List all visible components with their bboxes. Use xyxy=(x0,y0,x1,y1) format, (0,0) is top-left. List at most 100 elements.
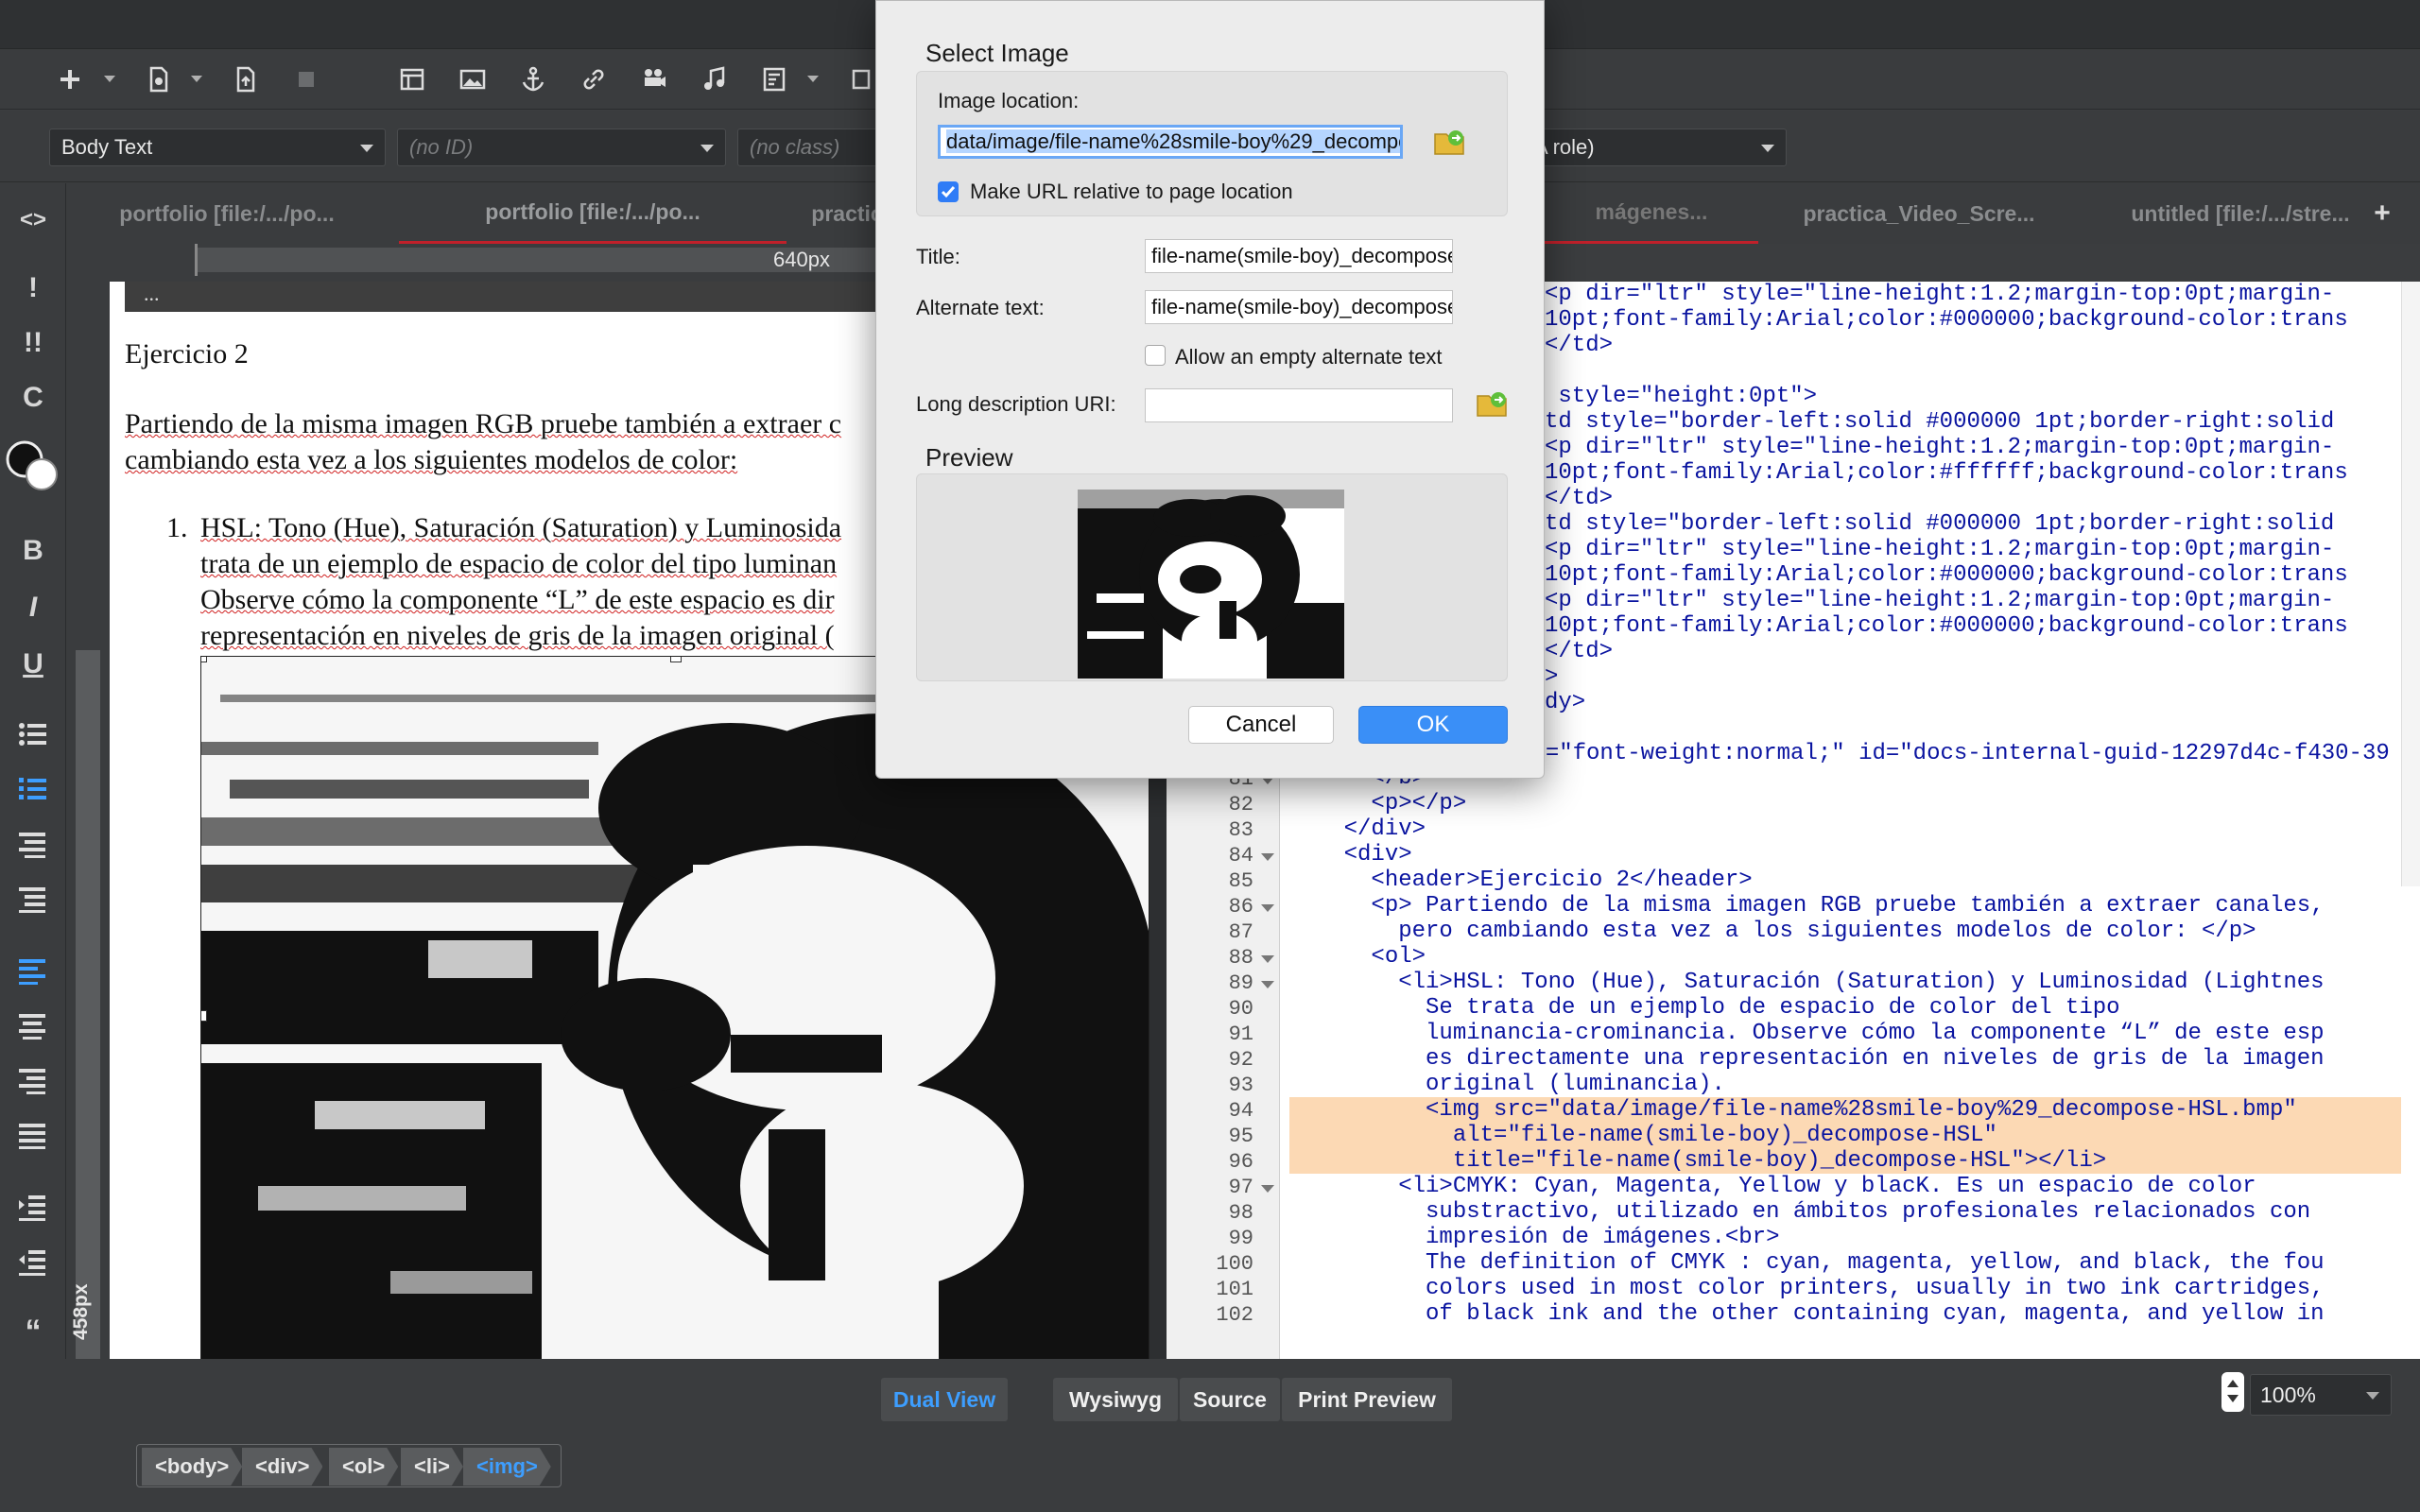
code-line: 10pt;font-family:Arial;color:#ffffff;bac… xyxy=(1545,460,2348,486)
code-line: title="file-name(smile-boy)_decompose-HS… xyxy=(1289,1148,2401,1174)
plus-icon[interactable] xyxy=(49,59,91,100)
source-scrollbar[interactable] xyxy=(2401,282,2420,886)
new-doc-icon[interactable] xyxy=(138,59,180,100)
table-icon[interactable] xyxy=(391,59,433,100)
image-location-input[interactable]: data/image/file-name%28smile-boy%29_deco… xyxy=(938,125,1403,159)
tab-portfolio-2[interactable]: portfolio [file:/.../po... xyxy=(399,183,786,244)
indent-icon[interactable] xyxy=(11,1185,55,1228)
align-justify-icon[interactable] xyxy=(11,1113,55,1157)
dual-view-button[interactable]: Dual View xyxy=(881,1378,1008,1421)
add-tab-button[interactable]: + xyxy=(2354,183,2411,244)
cancel-button[interactable]: Cancel xyxy=(1188,706,1334,744)
relative-url-checkbox[interactable] xyxy=(938,181,959,202)
allow-empty-alt-checkbox[interactable] xyxy=(1145,345,1166,366)
bold-icon[interactable]: B xyxy=(11,529,55,573)
aria-role-select[interactable]: A role) xyxy=(1522,129,1787,166)
fold-toggle-icon[interactable] xyxy=(1261,1185,1274,1193)
align-right-icon[interactable] xyxy=(11,1058,55,1102)
breadcrumb-body[interactable]: <body> xyxy=(142,1448,242,1486)
chevron-down-icon[interactable] xyxy=(191,76,202,82)
wysiwyg-button[interactable]: Wysiwyg xyxy=(1053,1378,1178,1421)
audio-icon[interactable] xyxy=(694,59,735,100)
code-line: pero cambiando esta vez a los siguientes… xyxy=(1289,919,2256,944)
code-line: style="font-weight:normal;" id="docs-int… xyxy=(1450,741,2390,766)
underline-icon[interactable]: U xyxy=(11,643,55,686)
title-input[interactable]: file-name(smile-boy)_decompose xyxy=(1145,239,1453,273)
video-icon[interactable] xyxy=(633,59,675,100)
tab-portfolio-1[interactable]: portfolio [file:/.../po... xyxy=(66,183,388,244)
tab-untitled[interactable]: untitled [file:/.../stre... xyxy=(2080,183,2401,244)
fold-toggle-icon[interactable] xyxy=(1261,904,1274,912)
chevron-down-icon[interactable] xyxy=(104,76,115,82)
outdent-icon[interactable] xyxy=(11,1240,55,1283)
image-location-label: Image location: xyxy=(938,89,1080,112)
quote-icon[interactable]: “ xyxy=(11,1310,55,1353)
crumb-label: <li> xyxy=(414,1454,450,1478)
numbered-list-icon[interactable] xyxy=(11,767,55,811)
exclamation-icon[interactable]: ! xyxy=(11,266,55,310)
fold-toggle-icon[interactable] xyxy=(1261,955,1274,963)
anchor-icon[interactable] xyxy=(512,59,554,100)
tab-practica-video[interactable]: practica_Video_Scre... xyxy=(1758,183,2080,244)
resize-handle[interactable] xyxy=(201,1010,207,1022)
resize-handle[interactable] xyxy=(670,657,682,662)
zoom-stepper[interactable] xyxy=(2221,1372,2244,1412)
code-line: <div> xyxy=(1289,842,1412,868)
line-number: 83 xyxy=(1228,818,1253,842)
bullet-list-icon[interactable] xyxy=(11,713,55,756)
source-button[interactable]: Source xyxy=(1180,1378,1280,1421)
code-line: </div> xyxy=(1289,816,1426,842)
code-line: of black ink and the other containing cy… xyxy=(1289,1301,2325,1327)
button-label: Cancel xyxy=(1225,712,1297,737)
double-exclamation-icon[interactable]: !! xyxy=(11,321,55,365)
line-number: 87 xyxy=(1228,920,1253,944)
breadcrumb-img[interactable]: <img> xyxy=(463,1448,551,1486)
format-select[interactable]: Body Text xyxy=(49,129,386,166)
crumb-label: <body> xyxy=(155,1454,230,1478)
long-description-input[interactable] xyxy=(1145,388,1453,422)
section-heading: Ejercicio 2 xyxy=(125,338,249,369)
browse-folder-icon[interactable] xyxy=(1476,388,1510,419)
stop-icon[interactable] xyxy=(285,59,327,100)
tab-imagenes[interactable]: mágenes... xyxy=(1545,183,1758,244)
breadcrumb-li[interactable]: <li> xyxy=(401,1448,463,1486)
code-toggle-icon[interactable]: <> xyxy=(11,198,55,242)
breadcrumb: <body> <div> <ol> <li> <img> xyxy=(0,1440,2420,1512)
ok-button[interactable]: OK xyxy=(1358,706,1508,744)
browse-folder-icon[interactable] xyxy=(1433,127,1467,157)
fold-toggle-icon[interactable] xyxy=(1261,853,1274,861)
alt-text-input[interactable]: file-name(smile-boy)_decompose xyxy=(1145,290,1453,324)
code-line: alt="file-name(smile-boy)_decompose-HSL" xyxy=(1289,1123,2401,1148)
breadcrumb-ol[interactable]: <ol> xyxy=(329,1448,398,1486)
alt-text-value: file-name(smile-boy)_decompose xyxy=(1151,295,1453,318)
code-line: impresión de imágenes.<br> xyxy=(1289,1225,1780,1250)
preview-image xyxy=(1078,490,1344,679)
preview-group xyxy=(916,473,1508,681)
code-line: <header>Ejercicio 2</header> xyxy=(1289,868,1753,893)
cite-icon[interactable]: C xyxy=(11,376,55,420)
zoom-select[interactable]: 100% xyxy=(2250,1374,2392,1416)
resize-handle[interactable] xyxy=(201,657,207,662)
definition-list-icon[interactable] xyxy=(11,822,55,866)
align-center-icon[interactable] xyxy=(11,1004,55,1047)
chevron-down-icon[interactable] xyxy=(807,76,819,82)
form-icon[interactable] xyxy=(754,59,796,100)
image-icon[interactable] xyxy=(452,59,493,100)
line-number: 82 xyxy=(1228,793,1253,816)
fold-toggle-icon[interactable] xyxy=(1261,981,1274,988)
id-select[interactable]: (no ID) xyxy=(397,129,726,166)
list-indent-icon[interactable] xyxy=(11,877,55,920)
ruler-marker[interactable] xyxy=(195,244,198,276)
color-picker-icon[interactable] xyxy=(4,437,60,493)
line-number: 84 xyxy=(1228,844,1253,868)
chevron-down-icon xyxy=(700,145,714,152)
line-number: 89 xyxy=(1228,971,1253,995)
print-preview-button[interactable]: Print Preview xyxy=(1282,1378,1452,1421)
breadcrumb-div[interactable]: <div> xyxy=(242,1448,322,1486)
save-doc-icon[interactable] xyxy=(225,59,267,100)
link-icon[interactable] xyxy=(573,59,614,100)
crumb-label: <img> xyxy=(476,1454,538,1478)
italic-icon[interactable]: I xyxy=(11,586,55,629)
align-left-icon[interactable] xyxy=(11,949,55,992)
ruler-track xyxy=(76,650,100,1359)
